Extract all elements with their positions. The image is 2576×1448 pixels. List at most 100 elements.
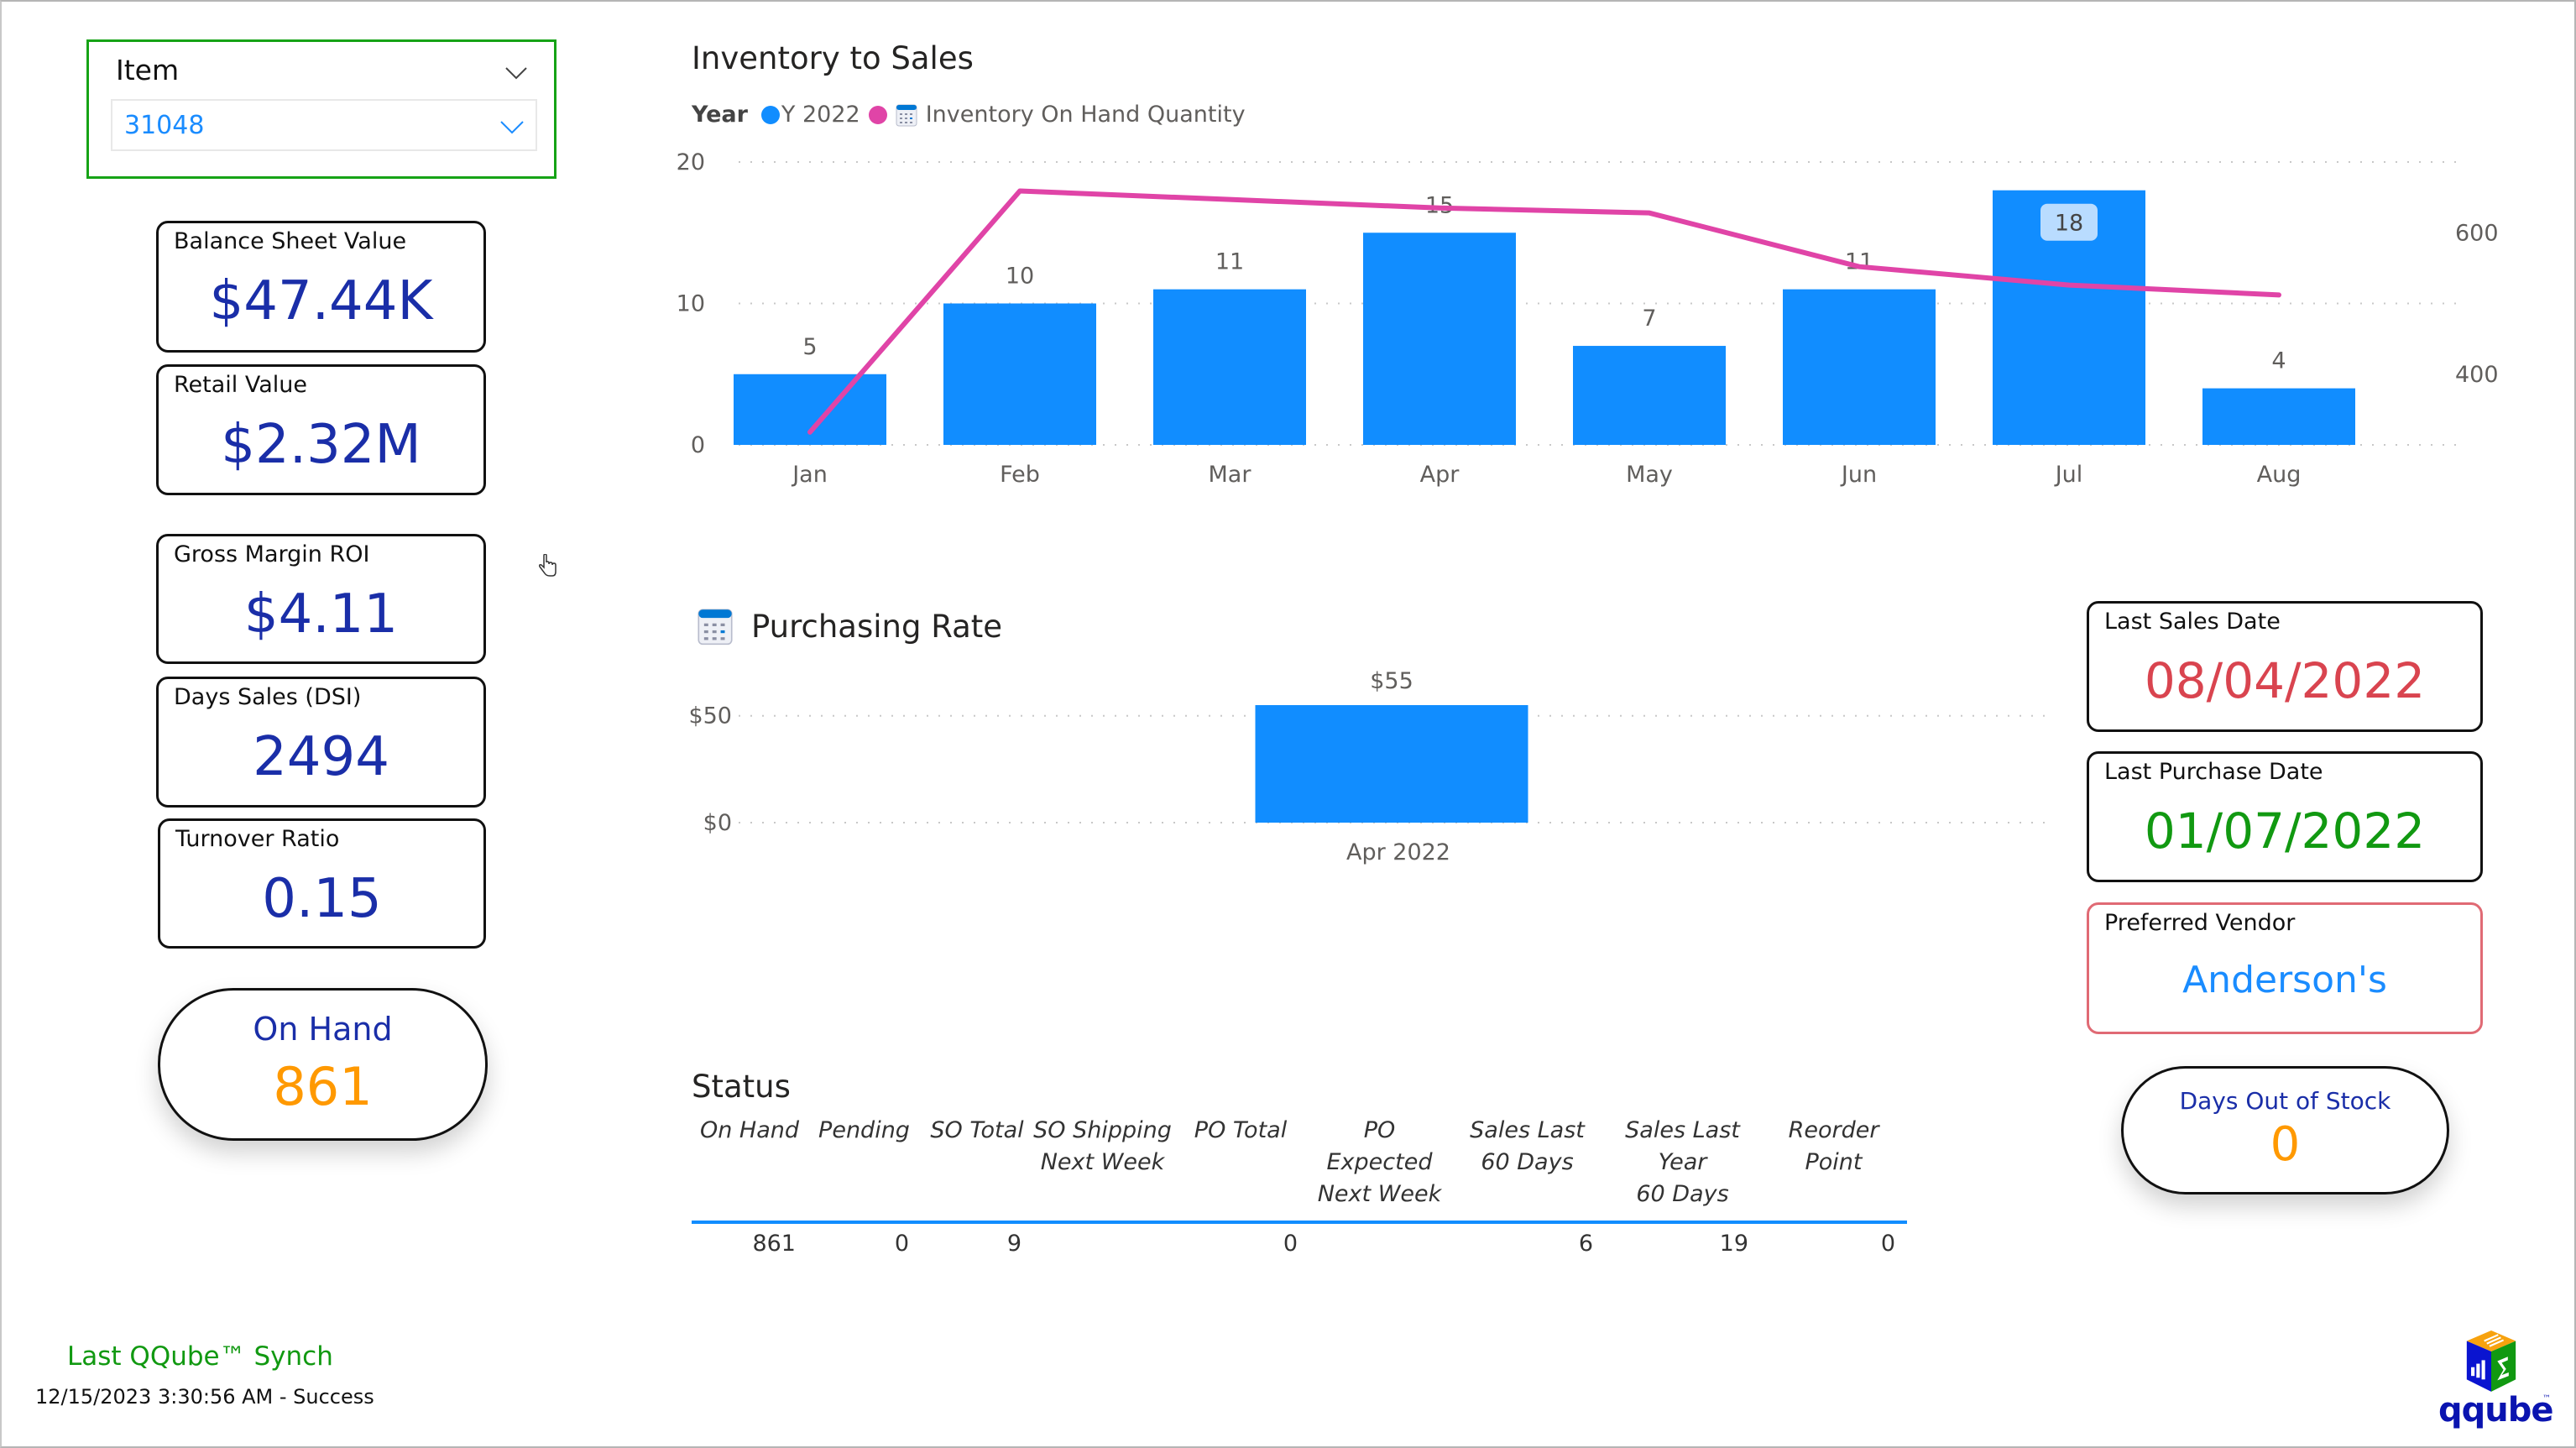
table-cell: 0 (1880, 1231, 1895, 1257)
data-label: $55 (1370, 668, 1413, 694)
status-title: Status (692, 1069, 791, 1105)
y-axis-tick-label: 20 (677, 149, 705, 175)
bar (1363, 233, 1516, 445)
on-hand-card: On Hand 861 (158, 988, 488, 1141)
qqube-logo-tm: ™ (2542, 1394, 2551, 1404)
kpi-retail-value: Retail Value $2.32M (156, 364, 486, 495)
bar (1153, 289, 1306, 445)
kpi-value: 01/07/2022 (2144, 802, 2426, 860)
status-table-header: On Hand Pending SO Total SO Shipping Next… (692, 1115, 1907, 1210)
column-header[interactable]: Sales Last 60 Days (1450, 1115, 1605, 1210)
calendar-icon (698, 609, 733, 646)
legend-marker-bar (760, 105, 780, 124)
kpi-label: Retail Value (174, 372, 308, 398)
table-cell (1033, 1231, 1172, 1257)
bar (2202, 388, 2355, 445)
column-header[interactable]: Reorder Point (1760, 1115, 1907, 1210)
column-header-line (692, 1147, 807, 1179)
y-axis-tick-label: 0 (691, 432, 705, 458)
table-cell: 861 (752, 1231, 796, 1257)
bar (1783, 289, 1936, 445)
column-header-line: PO Total (1194, 1117, 1288, 1143)
kpi-value: Anderson's (2182, 959, 2387, 1001)
x-axis-tick-label: Aug (2257, 462, 2302, 488)
legend-item-inventory-on-hand[interactable]: Inventory On Hand Quantity (926, 102, 1246, 128)
column-header-line: Point (1805, 1149, 1863, 1175)
column-header[interactable]: SO Total (921, 1115, 1033, 1210)
days-out-of-stock-label: Days Out of Stock (2179, 1087, 2391, 1115)
y-axis-tick-label: 10 (677, 291, 705, 317)
x-axis-tick-label: Feb (1000, 462, 1040, 488)
column-header-line: Sales Last Year (1625, 1117, 1740, 1175)
bar (1255, 705, 1528, 823)
column-header[interactable]: PO Expected Next Week (1309, 1115, 1450, 1210)
x-axis-tick-label: Apr (1420, 462, 1460, 488)
kpi-value: 2494 (253, 726, 389, 788)
kpi-turnover-ratio: Turnover Ratio 0.15 (158, 818, 486, 949)
slicer-label: Item (116, 54, 180, 86)
bar (943, 303, 1096, 445)
days-out-of-stock-value: 0 (2270, 1117, 2301, 1172)
y-axis-tick-label: $0 (703, 810, 732, 836)
data-label: 5 (802, 334, 817, 360)
column-header-line: Sales Last (1470, 1117, 1585, 1143)
data-label: 10 (1006, 264, 1034, 290)
column-header[interactable]: On Hand (692, 1115, 807, 1210)
hand-cursor-icon (539, 554, 556, 577)
kpi-label: Last Sales Date (2104, 609, 2281, 635)
kpi-label: Preferred Vendor (2104, 910, 2296, 936)
data-label: 11 (1215, 249, 1244, 275)
last-synch-title: Last QQube™ Synch (67, 1341, 333, 1372)
column-header[interactable]: Pending (807, 1115, 921, 1210)
column-header[interactable]: Sales Last Year 60 Days (1605, 1115, 1760, 1210)
on-hand-label: On Hand (253, 1011, 393, 1048)
item-dropdown[interactable]: 31048 (111, 99, 537, 151)
qqube-logo: qqube ™ (2430, 1330, 2556, 1431)
x-axis-tick-label: Jun (1840, 462, 1877, 488)
kpi-value: $47.44K (209, 270, 433, 332)
item-slicer[interactable]: Item 31048 (86, 39, 556, 179)
column-header-line: Reorder (1788, 1117, 1879, 1143)
table-cell: 9 (1006, 1231, 1022, 1257)
x-axis-tick-label: Mar (1209, 462, 1252, 488)
column-header-line: PO Expected (1326, 1117, 1433, 1175)
chevron-down-icon[interactable] (499, 114, 525, 139)
column-header-line (921, 1147, 1033, 1179)
table-cell: 6 (1578, 1231, 1593, 1257)
kpi-label: Days Sales (DSI) (174, 684, 362, 710)
bar (1573, 346, 1726, 445)
days-out-of-stock-card: Days Out of Stock 0 (2121, 1066, 2449, 1194)
last-synch-status: 12/15/2023 3:30:56 AM - Success (35, 1385, 374, 1409)
legend-item-y2022[interactable]: Y 2022 (781, 102, 860, 128)
table-row: 861 0 9 0 6 19 0 (692, 1231, 1907, 1257)
kpi-value: $2.32M (221, 414, 421, 476)
kpi-value: 08/04/2022 (2144, 652, 2426, 709)
table-cell (1309, 1231, 1450, 1257)
column-header-line (1172, 1147, 1309, 1179)
legend-marker-line (868, 105, 887, 124)
table-cell: 0 (894, 1231, 909, 1257)
kpi-last-purchase-date: Last Purchase Date 01/07/2022 (2087, 751, 2483, 882)
column-header-line: On Hand (699, 1117, 800, 1143)
kpi-label: Last Purchase Date (2104, 759, 2323, 785)
data-label: 4 (2271, 348, 2286, 374)
qqube-cube-icon (2466, 1330, 2516, 1392)
kpi-value: 0.15 (262, 868, 382, 930)
column-header-line: 60 Days (1636, 1181, 1729, 1207)
column-header[interactable]: SO Shipping Next Week (1033, 1115, 1172, 1210)
column-header-line (807, 1147, 921, 1179)
column-header[interactable]: PO Total (1172, 1115, 1309, 1210)
column-header-line: 60 Days (1481, 1149, 1574, 1175)
column-header-line: Pending (818, 1117, 910, 1143)
x-axis-tick-label: Jan (791, 462, 828, 488)
kpi-preferred-vendor: Preferred Vendor Anderson's (2087, 902, 2483, 1034)
kpi-label: Balance Sheet Value (174, 228, 407, 254)
x-axis-tick-label: Apr 2022 (1346, 839, 1450, 865)
chevron-down-icon[interactable] (504, 60, 529, 86)
inventory-to-sales-chart: 01020400600Jan5Feb10Mar11Apr15May7Jun11J… (677, 149, 2499, 488)
chart-title-inventory-to-sales: Inventory to Sales (692, 40, 974, 76)
table-cell: 19 (1719, 1231, 1748, 1257)
calendar-icon (896, 104, 917, 126)
chart-legend: Year Y 2022 Inventory On Hand Quantity (692, 102, 1246, 128)
kpi-gross-margin-roi: Gross Margin ROI $4.11 (156, 534, 486, 664)
